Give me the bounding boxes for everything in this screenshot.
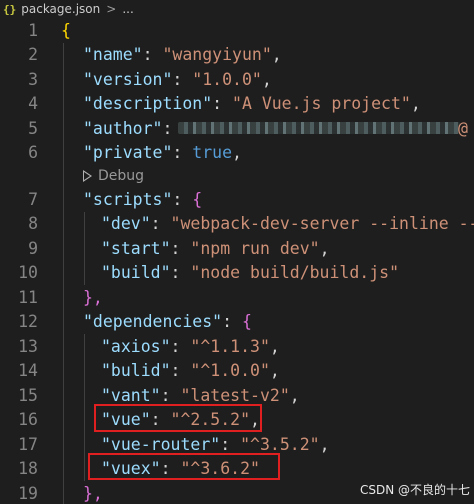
json-key: "scripts"	[83, 189, 173, 209]
breadcrumb-file-name[interactable]: package.json	[21, 2, 100, 16]
json-key: "dependencies"	[83, 312, 223, 332]
json-key: "start"	[101, 238, 171, 258]
json-value-tail: @	[458, 118, 468, 138]
code-line: 5 "author": @	[0, 116, 474, 141]
code-line: 10 "build": "node build/build.js"	[0, 260, 474, 285]
breadcrumb: {} package.json > ...	[0, 0, 474, 18]
code-line: 9 "start": "npm run dev",	[0, 236, 474, 261]
highlight-box-vuex	[88, 453, 280, 480]
json-value: "1.0.0"	[192, 69, 262, 89]
line-number: 18	[18, 459, 38, 479]
line-number: 2	[28, 45, 38, 65]
json-key: "dev"	[101, 214, 151, 234]
play-icon	[83, 170, 92, 182]
line-number: 6	[28, 143, 38, 163]
json-value: "^1.0.0"	[190, 361, 270, 381]
close-brace: },	[83, 287, 103, 307]
line-number: 5	[28, 118, 38, 138]
code-line: 3 "version": "1.0.0",	[0, 67, 474, 92]
json-key: "description"	[83, 94, 213, 114]
code-line: 1 {	[0, 18, 474, 43]
highlight-box-vue	[94, 404, 262, 432]
close-brace: },	[83, 483, 103, 503]
line-number: 8	[28, 214, 38, 234]
code-line: 6 "private": true,	[0, 140, 474, 165]
line-number: 11	[18, 287, 38, 307]
json-key: "author"	[83, 118, 163, 138]
json-value: "npm run dev"	[190, 238, 320, 258]
json-key: "name"	[83, 45, 143, 65]
json-key: "vant"	[101, 385, 161, 405]
line-number: 14	[18, 361, 38, 381]
line-number: 3	[28, 69, 38, 89]
breadcrumb-separator-icon: >	[106, 2, 117, 16]
line-number: 9	[28, 238, 38, 258]
watermark: CSDN @不良的十七	[359, 483, 470, 497]
json-key: "private"	[83, 143, 173, 163]
code-line: 14 "bulid": "^1.0.0",	[0, 358, 474, 383]
line-number: 15	[18, 385, 38, 405]
json-value: true	[192, 143, 233, 163]
code-line: 4 "description": "A Vue.js project",	[0, 91, 474, 116]
json-key: "version"	[83, 69, 173, 89]
open-brace: {	[61, 20, 71, 40]
json-key: "vue-router"	[101, 434, 221, 454]
json-file-icon: {}	[3, 2, 17, 16]
json-value: "^1.1.3"	[190, 336, 270, 356]
line-number: 17	[18, 434, 38, 454]
code-line: 7 "scripts": {	[0, 187, 474, 212]
json-key: "build"	[101, 263, 171, 283]
open-brace: {	[192, 189, 203, 209]
line-number: 4	[28, 94, 38, 114]
redacted-value	[178, 122, 460, 134]
codelens-row: Debug	[0, 165, 474, 187]
code-line: 12 "dependencies": {	[0, 309, 474, 334]
json-value: "node build/build.js"	[190, 263, 400, 283]
line-number: 7	[28, 189, 38, 209]
code-line: 13 "axios": "^1.1.3",	[0, 334, 474, 359]
json-key: "bulid"	[101, 361, 171, 381]
line-number: 16	[18, 410, 38, 430]
json-value: "latest-v2"	[180, 385, 290, 405]
code-line: 11 },	[0, 285, 474, 310]
line-number: 10	[18, 263, 38, 283]
line-number: 1	[28, 20, 38, 40]
json-value: "webpack-dev-server --inline --	[170, 214, 474, 234]
json-value: "A Vue.js project"	[232, 94, 411, 114]
code-line: 8 "dev": "webpack-dev-server --inline --	[0, 211, 474, 236]
json-key: "axios"	[101, 336, 171, 356]
json-value: "wangyiyun"	[162, 45, 272, 65]
code-editor[interactable]: 1 { 2 "name": "wangyiyun", 3 "version": …	[0, 18, 474, 504]
open-brace: {	[241, 312, 252, 332]
breadcrumb-more[interactable]: ...	[122, 2, 133, 16]
line-number: 13	[18, 336, 38, 356]
line-number: 12	[18, 312, 38, 332]
debug-codelens[interactable]: Debug	[83, 165, 144, 187]
debug-label: Debug	[98, 168, 145, 184]
code-line: 2 "name": "wangyiyun",	[0, 42, 474, 67]
line-number: 19	[18, 483, 38, 503]
json-value: "^3.5.2"	[240, 434, 320, 454]
